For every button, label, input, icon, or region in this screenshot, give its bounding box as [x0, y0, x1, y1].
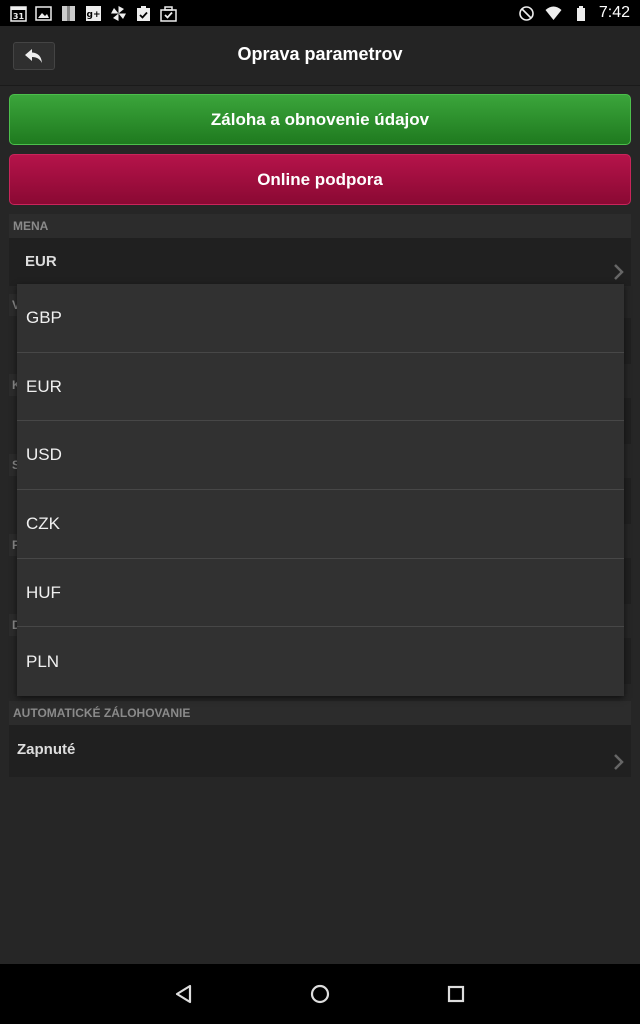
- backup-restore-button[interactable]: Záloha a obnovenie údajov: [9, 94, 631, 145]
- pinwheel-icon: [110, 5, 127, 22]
- wifi-icon: [545, 5, 562, 22]
- recents-square-icon: [447, 985, 465, 1003]
- svg-text:g+: g+: [87, 10, 101, 20]
- bookmark-icon: [60, 5, 77, 22]
- battery-icon: [572, 5, 589, 22]
- section-header-autobackup: AUTOMATICKÉ ZÁLOHOVANIE: [9, 701, 631, 725]
- clock: 7:42: [598, 4, 630, 21]
- nav-home-button[interactable]: [307, 981, 333, 1007]
- currency-row[interactable]: EUR: [9, 238, 631, 286]
- chevron-right-icon: [613, 742, 625, 770]
- currency-option-eur[interactable]: EUR: [17, 353, 624, 422]
- status-bar: 31 g+ 7:42: [0, 0, 640, 26]
- autobackup-row[interactable]: Zapnuté: [9, 725, 631, 777]
- system-icons: 7:42: [518, 4, 630, 22]
- home-circle-icon: [310, 984, 330, 1004]
- nav-recents-button[interactable]: [443, 981, 469, 1007]
- clipboard-check-icon: [135, 5, 152, 22]
- image-icon: [35, 5, 52, 22]
- currency-option-czk[interactable]: CZK: [17, 490, 624, 559]
- currency-option-pln[interactable]: PLN: [17, 627, 624, 696]
- page-title: Oprava parametrov: [237, 44, 403, 64]
- do-not-disturb-icon: [518, 5, 535, 22]
- currency-option-gbp[interactable]: GBP: [17, 284, 624, 353]
- app-header: Oprava parametrov: [0, 26, 640, 86]
- currency-option-usd[interactable]: USD: [17, 421, 624, 491]
- nav-back-button[interactable]: [171, 981, 197, 1007]
- online-support-button[interactable]: Online podpora: [9, 154, 631, 205]
- section-header-currency: MENA: [9, 214, 631, 238]
- calendar-day: 31: [13, 12, 25, 21]
- currency-dropdown: GBP EUR USD CZK HUF PLN: [17, 284, 624, 696]
- navigation-bar: [0, 964, 640, 1024]
- currency-value: EUR: [25, 253, 57, 270]
- autobackup-value: Zapnuté: [17, 741, 76, 758]
- currency-option-huf[interactable]: HUF: [17, 559, 624, 628]
- back-triangle-icon: [175, 984, 192, 1004]
- chevron-right-icon: [613, 253, 625, 280]
- briefcase-check-icon: [160, 5, 177, 22]
- notification-icons: 31 g+: [10, 5, 177, 22]
- calendar-icon: 31: [10, 5, 27, 22]
- google-plus-icon: g+: [85, 5, 102, 22]
